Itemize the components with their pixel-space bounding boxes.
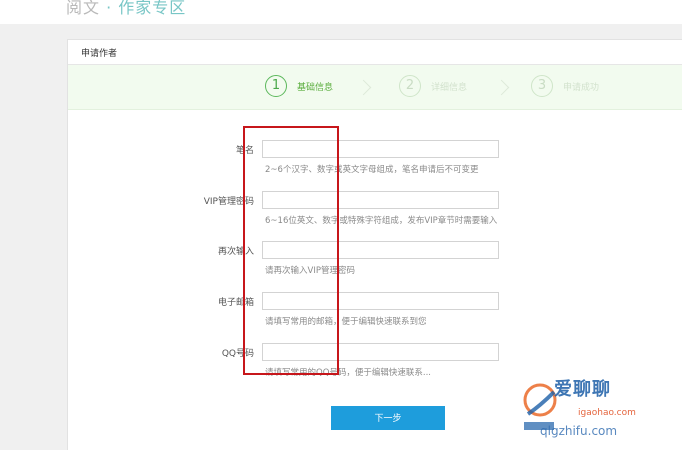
panel-title: 申请作者 xyxy=(81,49,118,59)
panel-header: 申请作者 xyxy=(68,40,682,65)
qq-label: QQ号码 xyxy=(221,349,254,359)
step-indicator: 1 基础信息 2 详细信息 3 申请成功 xyxy=(68,65,682,110)
watermark: 爱聊聊 igaohao.com qlgzhifu.com xyxy=(520,372,682,449)
watermark-sub-url: igaohao.com xyxy=(578,408,636,418)
next-step-button[interactable]: 下一步 xyxy=(331,406,445,430)
brand-name: 阅文 xyxy=(66,0,101,17)
section-name: 作家专区 xyxy=(118,0,187,17)
step-2-label: 详细信息 xyxy=(431,83,468,93)
confirm-password-label: 再次输入 xyxy=(217,247,254,257)
title-separator: · xyxy=(106,0,113,17)
highlight-box xyxy=(243,126,339,375)
step-2-number: 2 xyxy=(399,75,421,97)
step-3-number: 3 xyxy=(531,75,553,97)
top-header: 阅文 · 作家专区 xyxy=(0,0,682,24)
step-3-label: 申请成功 xyxy=(563,83,600,93)
watermark-brand: 爱聊聊 xyxy=(554,379,611,400)
step-1-number: 1 xyxy=(265,75,287,97)
watermark-site: qlgzhifu.com xyxy=(540,424,618,438)
chevron-right-icon xyxy=(355,79,372,96)
pen-name-label: 笔名 xyxy=(235,146,254,156)
step-1-label: 基础信息 xyxy=(297,83,334,93)
chevron-right-icon xyxy=(493,79,510,96)
vip-password-label: VIP管理密码 xyxy=(203,197,254,207)
email-label: 电子邮箱 xyxy=(217,298,254,308)
site-title[interactable]: 阅文 · 作家专区 xyxy=(66,0,186,18)
